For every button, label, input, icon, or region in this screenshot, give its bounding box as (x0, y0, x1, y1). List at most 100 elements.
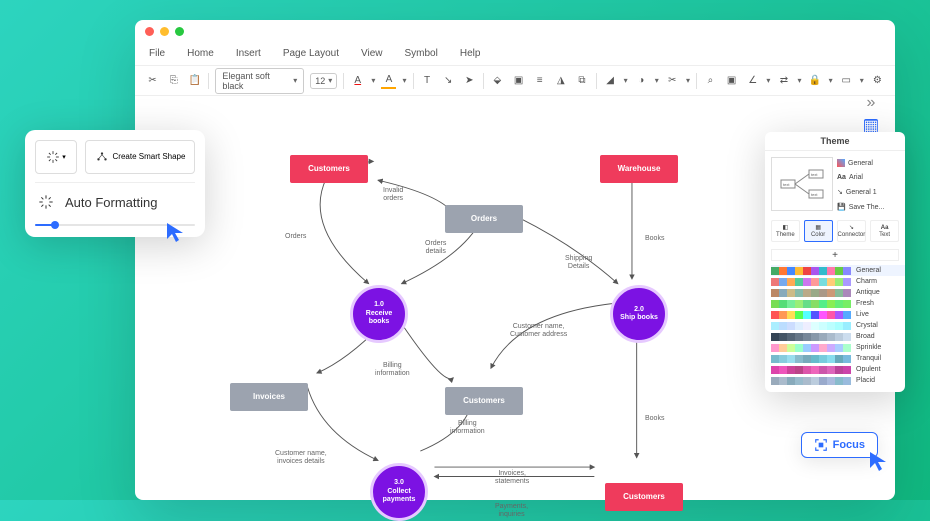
theme-opt-general1[interactable]: ↘General 1 (837, 188, 884, 196)
menu-symbol[interactable]: Symbol (405, 48, 438, 59)
focus-button[interactable]: Focus (801, 432, 878, 458)
swatch (779, 344, 787, 352)
smart-icon-button[interactable]: ▾ (35, 140, 77, 174)
palette-row[interactable]: Crystal (771, 320, 905, 331)
palette-label: Charm (856, 278, 905, 285)
node-customers-2[interactable]: Customers (445, 387, 523, 415)
node-orders[interactable]: Orders (445, 205, 523, 233)
copy-icon[interactable]: ⎘ (166, 73, 181, 89)
text-tool-icon[interactable]: T (419, 73, 434, 89)
caret-icon[interactable]: ▾ (655, 76, 659, 85)
menu-insert[interactable]: Insert (236, 48, 261, 59)
font-size: 12 (315, 76, 325, 86)
palette-row[interactable]: Sprinkle (771, 342, 905, 353)
swatch (835, 355, 843, 363)
paste-icon[interactable]: 📋 (187, 73, 202, 89)
window-close[interactable] (145, 27, 154, 36)
node-customers-3[interactable]: Customers (605, 483, 683, 511)
palette-row[interactable]: Antique (771, 287, 905, 298)
search-icon[interactable]: ⌕ (703, 73, 718, 89)
palette-row[interactable]: General (771, 265, 905, 276)
window-minimize[interactable] (160, 27, 169, 36)
caret-icon[interactable]: ▾ (797, 76, 801, 85)
menu-help[interactable]: Help (460, 48, 481, 59)
font-select[interactable]: Elegant soft black▾ (215, 68, 304, 94)
swatch (819, 278, 827, 286)
size-icon[interactable]: ⧉ (574, 73, 589, 89)
palette-row[interactable]: Live (771, 309, 905, 320)
tab-color[interactable]: ▦Color (804, 220, 833, 242)
add-theme-button[interactable]: + (771, 249, 899, 261)
node-customers-1[interactable]: Customers (290, 155, 368, 183)
palette-row[interactable]: Fresh (771, 298, 905, 309)
swatch (779, 355, 787, 363)
palette-row[interactable]: Opulent (771, 364, 905, 375)
caret-icon[interactable]: ▾ (624, 76, 628, 85)
edge-label-billing2: Billing information (450, 420, 485, 437)
collapse-icon[interactable]: » (864, 96, 878, 110)
tab-connector[interactable]: ↘Connector (837, 220, 867, 242)
caret-icon[interactable]: ▾ (686, 76, 690, 85)
fit-icon[interactable]: ▣ (724, 73, 739, 89)
settings-icon[interactable]: ⚙ (870, 73, 885, 89)
grid-icon[interactable]: ▦ (864, 119, 878, 133)
fill-icon[interactable]: ◢ (602, 73, 617, 89)
node-warehouse[interactable]: Warehouse (600, 155, 678, 183)
caret-icon[interactable]: ▾ (766, 76, 770, 85)
swatch (795, 355, 803, 363)
swatch (771, 278, 779, 286)
menu-view[interactable]: View (361, 48, 383, 59)
swatch (811, 333, 819, 341)
node-receive-books[interactable]: 1.0 Receive books (350, 285, 408, 343)
palette-row[interactable]: Charm (771, 276, 905, 287)
edge-label-books1: Books (645, 235, 664, 243)
theme-opt-general[interactable]: General (837, 159, 884, 167)
palette-row[interactable]: Broad (771, 331, 905, 342)
swatch (835, 267, 843, 275)
distribute-icon[interactable]: ◮ (553, 73, 568, 89)
caret-icon[interactable]: ▾ (371, 76, 375, 85)
swatch (795, 300, 803, 308)
tab-text[interactable]: AaText (870, 220, 899, 242)
connector-icon[interactable]: ↘ (441, 73, 456, 89)
node-collect-payments[interactable]: 3.0 Collect payments (370, 463, 428, 521)
menu-file[interactable]: File (149, 48, 165, 59)
swatch (787, 344, 795, 352)
caret-icon[interactable]: ▾ (402, 76, 406, 85)
pointer-icon[interactable]: ➤ (462, 73, 477, 89)
page-icon[interactable]: ▭ (839, 73, 854, 89)
layers-icon[interactable]: ⬙ (490, 73, 505, 89)
node-invoices[interactable]: Invoices (230, 383, 308, 411)
swatch (843, 289, 851, 297)
lock-icon[interactable]: 🔒 (808, 73, 823, 89)
theme-opt-arial[interactable]: AaArial (837, 174, 884, 181)
cut-icon[interactable]: ✂ (145, 73, 160, 89)
crop-icon[interactable]: ✂ (665, 73, 680, 89)
font-size-select[interactable]: 12▾ (310, 73, 337, 89)
line-style-icon[interactable]: ∠ (745, 73, 760, 89)
menu-page-layout[interactable]: Page Layout (283, 48, 339, 59)
tab-theme[interactable]: ◧Theme (771, 220, 800, 242)
swatch (811, 267, 819, 275)
window-maximize[interactable] (175, 27, 184, 36)
node-ship-books[interactable]: 2.0 Ship books (610, 285, 668, 343)
swatch (795, 278, 803, 286)
align-icon[interactable]: ≡ (532, 73, 547, 89)
theme-opt-save[interactable]: 💾Save The... (837, 203, 884, 211)
shadow-icon[interactable]: ◑ (634, 73, 649, 89)
arrows-icon[interactable]: ⇄ (776, 73, 791, 89)
palette-row[interactable]: Placid (771, 375, 905, 386)
menu-home[interactable]: Home (187, 48, 214, 59)
caret-icon[interactable]: ▾ (860, 76, 864, 85)
swatch (803, 289, 811, 297)
highlight-icon[interactable]: A (381, 73, 396, 89)
palette-row[interactable]: Tranquil (771, 353, 905, 364)
create-smart-shape-button[interactable]: Create Smart Shape (85, 140, 195, 174)
caret-icon[interactable]: ▾ (829, 76, 833, 85)
swatch (835, 333, 843, 341)
auto-formatting-item[interactable]: Auto Formatting (35, 183, 195, 217)
font-color-icon[interactable]: A (350, 73, 365, 89)
group-icon[interactable]: ▣ (511, 73, 526, 89)
canvas[interactable]: Customers Warehouse Orders Invoices Cust… (150, 105, 860, 500)
theme-preview[interactable]: texttexttext (771, 157, 833, 211)
